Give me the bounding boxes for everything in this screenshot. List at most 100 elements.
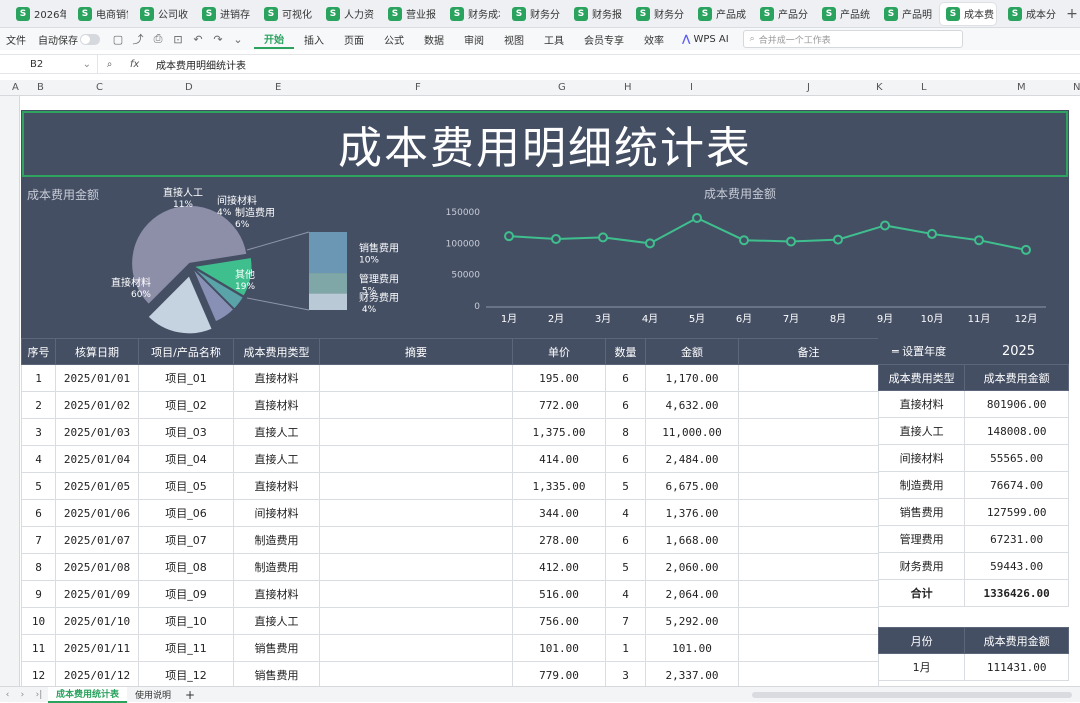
table-cell[interactable] xyxy=(319,364,513,392)
print-icon[interactable]: ⎙ xyxy=(151,32,165,46)
table-cell[interactable]: 制造费用 xyxy=(233,526,320,554)
new-tab-plus-icon[interactable]: + xyxy=(1064,6,1080,22)
summary-type-cell[interactable]: 销售费用 xyxy=(877,498,966,526)
first-sheet-icon[interactable]: ‹ xyxy=(6,690,10,700)
chevron-down-icon[interactable]: ⌄ xyxy=(83,59,91,70)
summary-type-cell[interactable]: 管理费用 xyxy=(877,525,966,553)
table-cell[interactable]: 5 xyxy=(605,472,646,500)
menu-tab[interactable]: 审阅 xyxy=(454,32,494,47)
table-cell[interactable]: 直接材料 xyxy=(233,472,320,500)
table-cell[interactable]: 2025/01/09 xyxy=(55,580,139,608)
summary-amount-cell[interactable]: 67231.00 xyxy=(964,525,1069,553)
column-header[interactable]: A xyxy=(12,82,19,93)
table-cell[interactable]: 7 xyxy=(605,607,646,635)
add-sheet-icon[interactable]: + xyxy=(179,688,201,702)
document-tab[interactable]: S 财务成本 xyxy=(444,3,500,25)
table-cell[interactable]: 销售费用 xyxy=(233,661,320,689)
table-cell[interactable]: 项目_10 xyxy=(138,607,234,635)
table-cell[interactable]: 4 xyxy=(605,499,646,527)
month-cell[interactable]: 1月 xyxy=(877,653,966,681)
zoom-icon[interactable]: ⌕ xyxy=(107,59,113,70)
chevron-down-icon[interactable]: ⌄ xyxy=(231,32,245,46)
table-cell[interactable] xyxy=(319,580,513,608)
document-tab[interactable]: S 2026年 xyxy=(10,3,66,25)
document-tab[interactable]: S 人力资 xyxy=(320,3,376,25)
table-cell[interactable]: 2025/01/10 xyxy=(55,607,139,635)
table-cell[interactable]: 直接人工 xyxy=(233,607,320,635)
table-cell[interactable]: 5 xyxy=(605,553,646,581)
table-cell[interactable]: 278.00 xyxy=(512,526,606,554)
column-heading[interactable]: 项目/产品名称 xyxy=(138,338,234,365)
document-tab[interactable]: S 产品明 xyxy=(878,3,934,25)
summary-amount-cell[interactable]: 76674.00 xyxy=(964,471,1069,499)
document-tab[interactable]: S 产品分 xyxy=(754,3,810,25)
document-tab[interactable]: S 进销存 xyxy=(196,3,252,25)
table-cell[interactable]: 7 xyxy=(21,526,56,554)
summary-type-cell[interactable]: 直接材料 xyxy=(877,390,966,418)
table-cell[interactable]: 项目_05 xyxy=(138,472,234,500)
undo-icon[interactable]: ↶ xyxy=(191,32,205,46)
document-tab[interactable]: S 成本分 xyxy=(1002,3,1058,25)
save-icon[interactable]: ▢ xyxy=(111,32,125,46)
menu-tab[interactable]: 工具 xyxy=(534,32,574,47)
table-cell[interactable] xyxy=(319,661,513,689)
document-tab[interactable]: S 财务分 xyxy=(630,3,686,25)
summary-type-cell[interactable]: 制造费用 xyxy=(877,471,966,499)
table-cell[interactable] xyxy=(738,580,879,608)
column-header[interactable]: L xyxy=(921,82,927,93)
table-cell[interactable]: 2025/01/11 xyxy=(55,634,139,662)
table-cell[interactable]: 2025/01/08 xyxy=(55,553,139,581)
table-cell[interactable] xyxy=(738,661,879,689)
menu-tab[interactable]: 效率 xyxy=(634,32,674,47)
summary-type-cell[interactable]: 直接人工 xyxy=(877,417,966,445)
total-value[interactable]: 1336426.00 xyxy=(964,579,1069,607)
sheet-tab[interactable]: 成本费用统计表 xyxy=(48,686,128,703)
table-cell[interactable]: 2 xyxy=(21,391,56,419)
document-tab[interactable]: S 可视化 xyxy=(258,3,314,25)
column-heading[interactable]: 单价 xyxy=(512,338,606,365)
autosave-toggle[interactable] xyxy=(80,33,100,45)
column-header[interactable]: E xyxy=(275,82,281,93)
table-cell[interactable]: 2025/01/03 xyxy=(55,418,139,446)
table-cell[interactable]: 195.00 xyxy=(512,364,606,392)
menu-tab[interactable]: 视图 xyxy=(494,32,534,47)
table-cell[interactable]: 4,632.00 xyxy=(645,391,739,419)
menu-tab[interactable]: 数据 xyxy=(414,32,454,47)
table-cell[interactable]: 项目_12 xyxy=(138,661,234,689)
column-header[interactable]: D xyxy=(185,82,193,93)
table-cell[interactable]: 项目_02 xyxy=(138,391,234,419)
table-cell[interactable]: 414.00 xyxy=(512,445,606,473)
table-cell[interactable]: 6 xyxy=(21,499,56,527)
document-tab[interactable]: S 财务分 xyxy=(506,3,562,25)
redo-icon[interactable]: ↷ xyxy=(211,32,225,46)
table-cell[interactable]: 2,060.00 xyxy=(645,553,739,581)
table-cell[interactable]: 4 xyxy=(21,445,56,473)
table-cell[interactable]: 1,376.00 xyxy=(645,499,739,527)
table-cell[interactable]: 344.00 xyxy=(512,499,606,527)
column-heading[interactable]: 核算日期 xyxy=(55,338,139,365)
data-point[interactable] xyxy=(786,236,796,247)
table-cell[interactable]: 2025/01/07 xyxy=(55,526,139,554)
table-cell[interactable] xyxy=(319,634,513,662)
table-cell[interactable]: 2,337.00 xyxy=(645,661,739,689)
table-cell[interactable]: 项目_11 xyxy=(138,634,234,662)
table-cell[interactable] xyxy=(319,472,513,500)
table-cell[interactable]: 1,335.00 xyxy=(512,472,606,500)
pie-chart[interactable]: 直接材料60% 直接人工11% 间接材料4% 制造费用6% 其他19% xyxy=(111,186,275,335)
table-cell[interactable] xyxy=(738,472,879,500)
sheet-tab[interactable]: 使用说明 xyxy=(127,687,179,703)
table-cell[interactable]: 8 xyxy=(21,553,56,581)
table-cell[interactable]: 12 xyxy=(21,661,56,689)
table-cell[interactable]: 6 xyxy=(605,445,646,473)
print-preview-icon[interactable]: ⊡ xyxy=(171,32,185,46)
table-cell[interactable]: 9 xyxy=(21,580,56,608)
summary-amount-cell[interactable]: 148008.00 xyxy=(964,417,1069,445)
table-cell[interactable]: 项目_03 xyxy=(138,418,234,446)
table-cell[interactable]: 10 xyxy=(21,607,56,635)
table-cell[interactable]: 5 xyxy=(21,472,56,500)
summary-type-cell[interactable]: 财务费用 xyxy=(877,552,966,580)
column-header[interactable]: F xyxy=(415,82,421,93)
column-header[interactable]: G xyxy=(558,82,566,93)
table-cell[interactable]: 3 xyxy=(605,661,646,689)
data-point[interactable] xyxy=(739,235,749,246)
